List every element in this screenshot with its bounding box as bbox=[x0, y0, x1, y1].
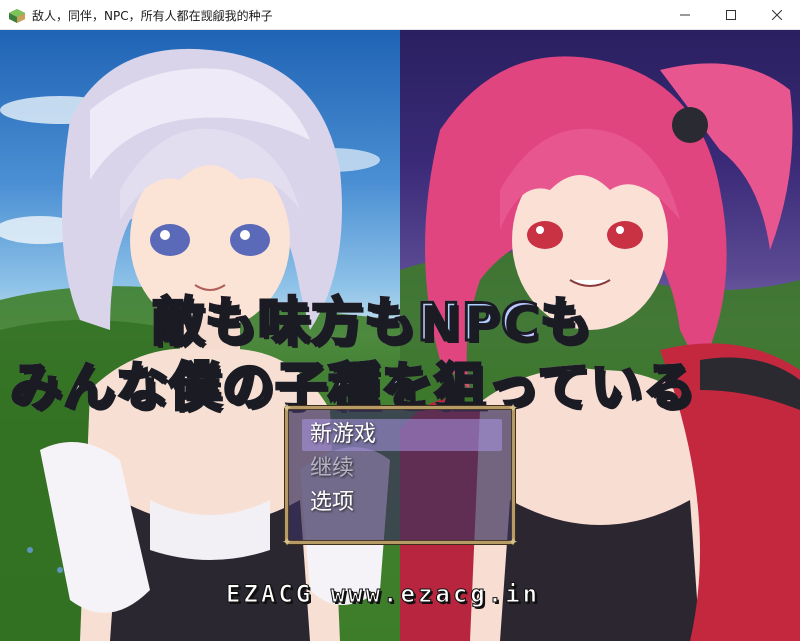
close-button[interactable] bbox=[754, 0, 800, 30]
title-command-menu: ✦ ✦ ✦ ✦ 新游戏 继续 选项 bbox=[282, 402, 518, 548]
minimize-button[interactable] bbox=[662, 0, 708, 30]
watermark: EZACG www.ezacg.in bbox=[225, 580, 541, 609]
minimize-icon bbox=[680, 14, 690, 16]
app-icon bbox=[9, 8, 25, 23]
ornament-corner-icon: ✦ bbox=[507, 401, 519, 415]
menu-item-new-game[interactable]: 新游戏 bbox=[310, 419, 376, 451]
menu-item-continue[interactable]: 继续 bbox=[310, 453, 354, 485]
ornament-corner-icon: ✦ bbox=[507, 535, 519, 549]
maximize-icon bbox=[726, 10, 736, 20]
maximize-button[interactable] bbox=[708, 0, 754, 30]
menu-item-options[interactable]: 选项 bbox=[310, 487, 354, 519]
close-icon bbox=[772, 10, 782, 20]
game-canvas[interactable]: 敵も味方もNPCも みんな僕の子種を狙っている ✦ ✦ ✦ ✦ 新游戏 继续 选… bbox=[0, 30, 800, 641]
title-bar[interactable]: 敌人，同伴，NPC，所有人都在觊觎我的种子 bbox=[0, 0, 800, 30]
ornament-corner-icon: ✦ bbox=[281, 401, 293, 415]
ornament-corner-icon: ✦ bbox=[281, 535, 293, 549]
window-title: 敌人，同伴，NPC，所有人都在觊觎我的种子 bbox=[32, 9, 273, 23]
game-window: 敌人，同伴，NPC，所有人都在觊觎我的种子 敵も味方もNPCも みんな僕の子種を… bbox=[0, 0, 800, 641]
logo-line-1: 敵も味方もNPCも bbox=[151, 280, 594, 355]
